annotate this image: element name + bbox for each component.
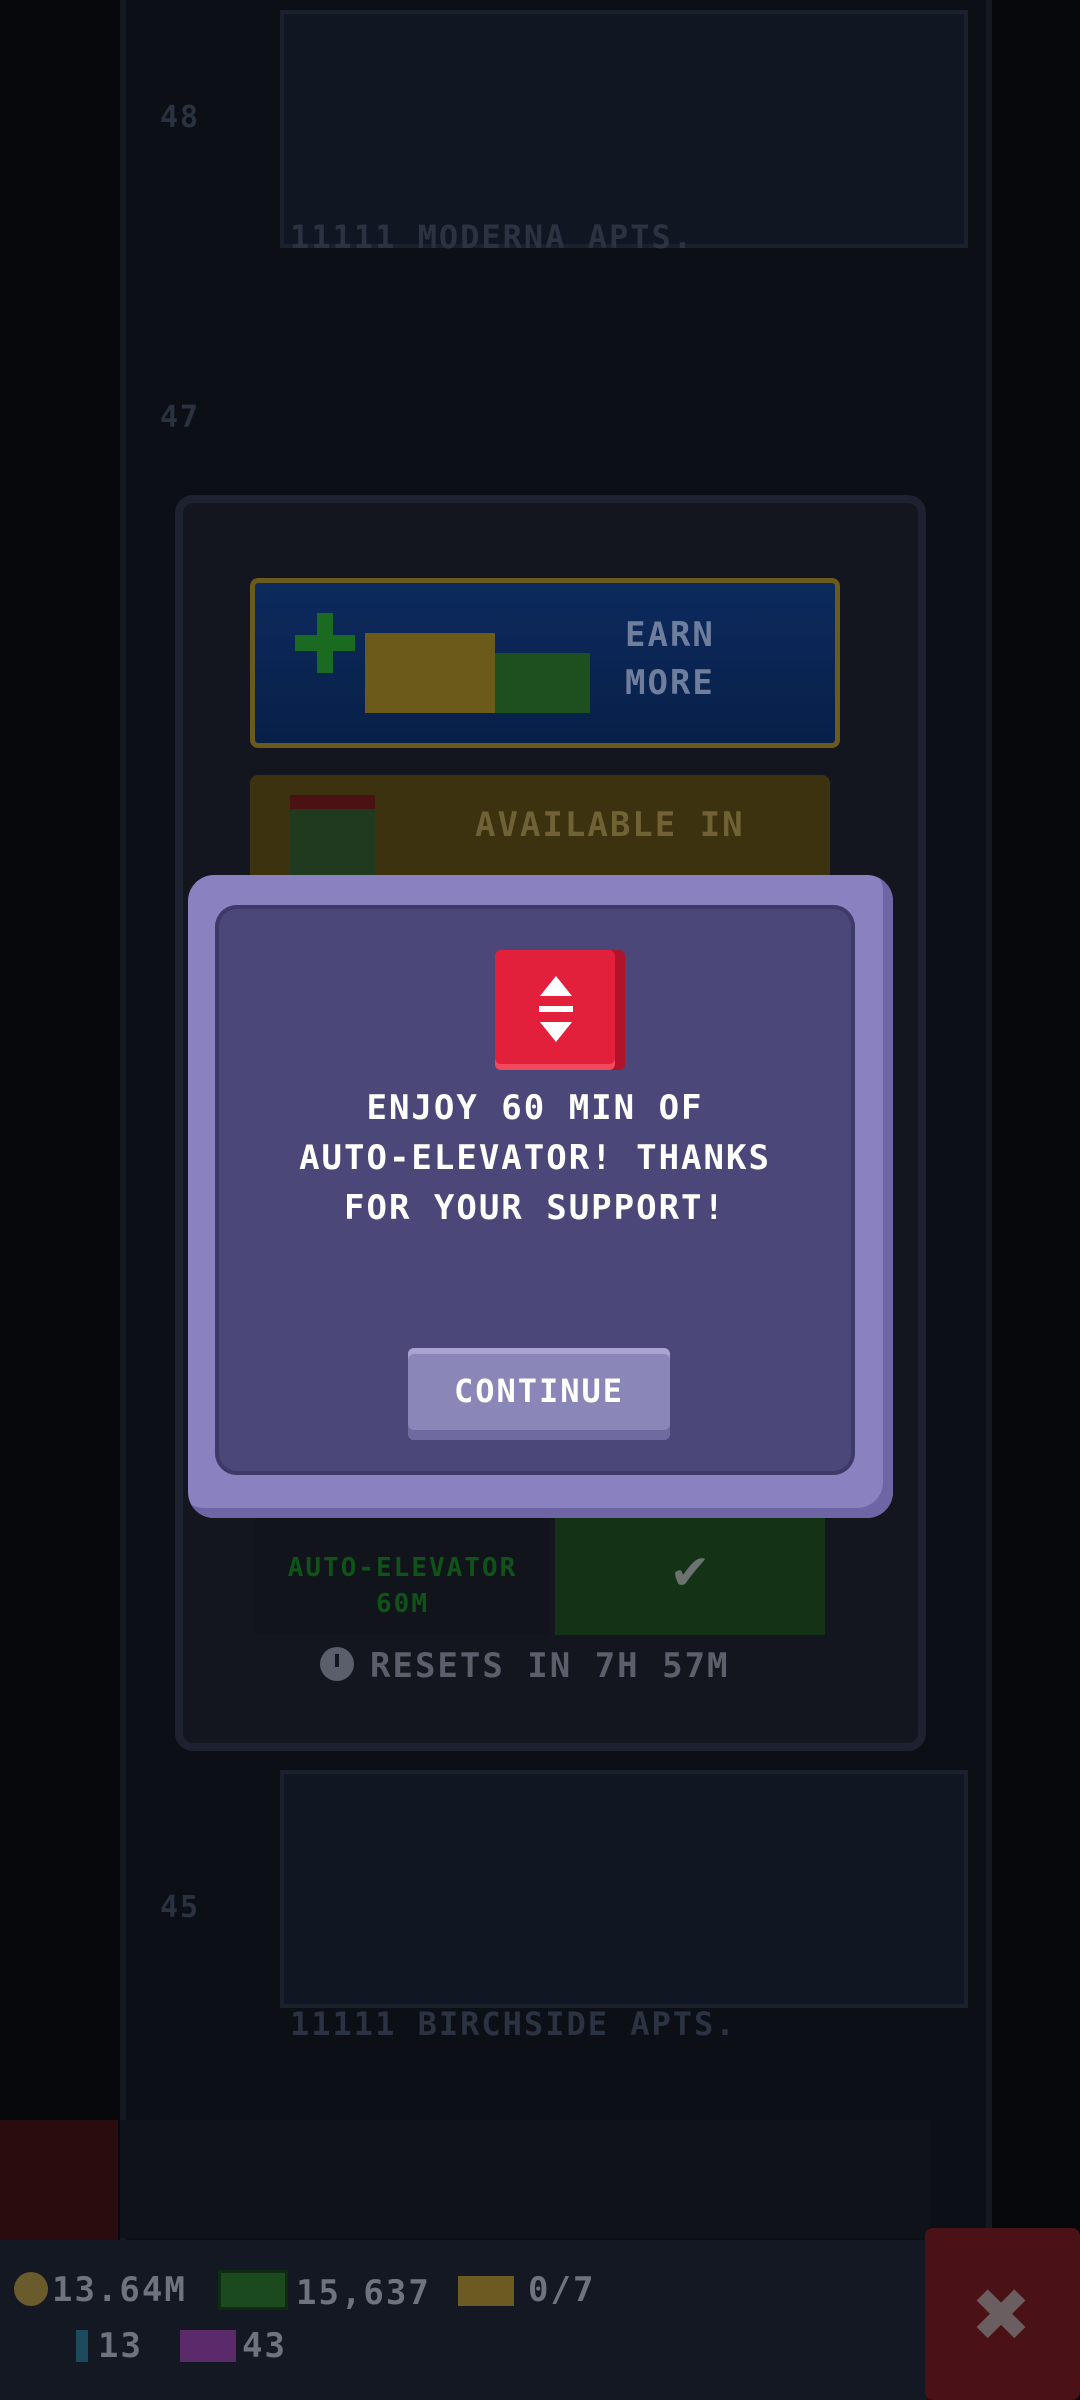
reward-item: AUTO-ELEVATOR 60M [255,1505,550,1635]
earn-more-label: EARN MORE [625,615,715,703]
elevator-up-down-icon [495,950,615,1070]
keys-counter: 13 [76,2326,143,2366]
floor-name: 11111 BIRCHSIDE APTS. [290,2005,737,2043]
tv-counter: 43 [180,2326,287,2366]
close-icon: ✖ [973,2258,1032,2370]
tv-icon [180,2330,236,2362]
available-label: AVAILABLE IN [475,805,745,845]
coins-value: 13.64M [52,2270,187,2310]
reward-row: AUTO-ELEVATOR 60M ✔ [255,1505,825,1635]
continue-button[interactable]: CONTINUE [408,1348,670,1440]
floor-number: 48 [160,100,201,135]
key-icon [76,2330,88,2362]
tv-value: 43 [242,2326,287,2366]
coins-icon [365,633,495,713]
close-button[interactable]: ✖ [925,2228,1080,2400]
floor-room [280,10,968,248]
plus-icon [295,613,355,673]
coins-counter: 13.64M [14,2270,187,2310]
modal-message: ENJOY 60 MIN OF AUTO-ELEVATOR! THANKS FO… [299,1088,771,1228]
claimed-button[interactable]: ✔ [555,1505,825,1635]
bux-value: 15,637 [296,2273,431,2313]
floor-toolbar [120,2120,930,2238]
checkmark-icon: ✔ [673,1537,707,1602]
clock-icon [320,1647,354,1681]
tickets-value: 0/7 [528,2270,596,2310]
ticket-icon [458,2276,514,2306]
gift-available-panel: AVAILABLE IN [250,775,830,899]
floor-number: 47 [160,400,201,435]
resets-timer: RESETS IN 7H 57M [320,1646,730,1686]
reward-modal: ENJOY 60 MIN OF AUTO-ELEVATOR! THANKS FO… [188,875,893,1518]
floor-room [280,1770,968,2008]
cash-stack-icon [495,653,590,713]
elevator-side-button[interactable] [0,2120,118,2240]
keys-value: 13 [98,2326,143,2366]
bux-counter: 15,637 [218,2270,431,2313]
status-bar [0,2240,930,2400]
reward-label: AUTO-ELEVATOR 60M [287,1553,518,1619]
tickets-counter: 0/7 [458,2270,595,2310]
earn-more-button[interactable]: EARN MORE [250,578,840,748]
floor-number: 45 [160,1890,201,1925]
coin-icon [14,2272,48,2306]
floor-name: 11111 MODERNA APTS. [290,218,695,256]
resets-label: RESETS IN 7H 57M [370,1646,730,1686]
bux-icon [218,2270,288,2310]
modal-body: ENJOY 60 MIN OF AUTO-ELEVATOR! THANKS FO… [215,905,855,1475]
